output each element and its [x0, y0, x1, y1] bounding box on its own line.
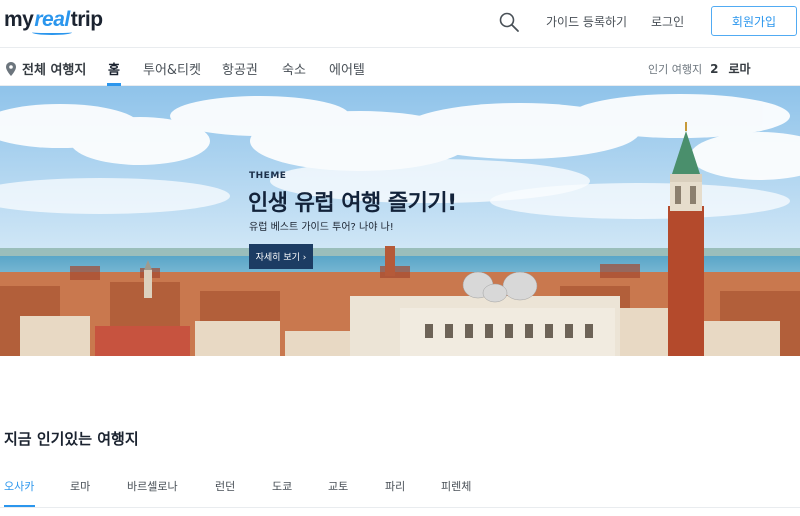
nav-lodging[interactable]: 숙소 — [282, 59, 306, 78]
guide-register-link[interactable]: 가이드 등록하기 — [546, 13, 627, 30]
nav-airtel[interactable]: 에어텔 — [329, 59, 365, 78]
logo-real: real — [32, 8, 73, 35]
popular-city: 로마 — [728, 62, 751, 76]
hero-subtitle: 유럽 베스트 가이드 투어? 나야 나! — [249, 222, 394, 233]
tab-kyoto[interactable]: 교토 — [328, 478, 348, 494]
popular-destination-ticker[interactable]: 인기 여행지 2 로마 — [648, 60, 751, 77]
hero-venice-image — [0, 86, 800, 356]
logo-trip: trip — [70, 8, 103, 31]
logo[interactable]: my real trip — [4, 8, 103, 35]
top-header: my real trip 가이드 등록하기 로그인 회원가입 — [0, 0, 800, 48]
popular-label: 인기 여행지 — [648, 62, 703, 76]
popular-section-title: 지금 인기있는 여행지 — [4, 430, 139, 448]
tab-london[interactable]: 런던 — [215, 478, 235, 494]
hero-tag: THEME — [249, 171, 287, 181]
logo-my: my — [4, 8, 34, 31]
hero-banner[interactable]: THEME 인생 유럽 여행 즐기기! 유럽 베스트 가이드 투어? 나야 나!… — [0, 86, 800, 356]
nav-home[interactable]: 홈 — [108, 59, 120, 78]
hero-title: 인생 유럽 여행 즐기기! — [248, 191, 457, 216]
destination-selector[interactable]: 전체 여행지 — [6, 59, 86, 78]
tab-barcelona[interactable]: 바르셀로나 — [127, 478, 178, 494]
tab-tokyo[interactable]: 도쿄 — [272, 478, 292, 494]
login-link[interactable]: 로그인 — [651, 13, 684, 30]
tab-paris[interactable]: 파리 — [385, 478, 405, 494]
tab-rome[interactable]: 로마 — [70, 478, 90, 494]
popular-city-tabs: 오사카 로마 바르셀로나 런던 도쿄 교토 파리 피렌체 — [0, 474, 800, 508]
tab-active-indicator — [4, 505, 35, 507]
nav-tour-ticket[interactable]: 투어&티켓 — [143, 59, 201, 78]
hero-detail-button[interactable]: 자세히 보기 › — [249, 244, 313, 269]
map-pin-icon — [6, 61, 16, 76]
nav-flights[interactable]: 항공권 — [222, 59, 258, 78]
tab-osaka[interactable]: 오사카 — [4, 478, 34, 494]
search-icon[interactable] — [498, 11, 520, 33]
destination-label: 전체 여행지 — [22, 63, 87, 78]
popular-rank: 2 — [710, 61, 719, 76]
tab-florence[interactable]: 피렌체 — [441, 478, 471, 494]
signup-button[interactable]: 회원가입 — [711, 6, 797, 36]
main-nav: 전체 여행지 홈 투어&티켓 항공권 숙소 에어텔 인기 여행지 2 로마 — [0, 48, 800, 86]
